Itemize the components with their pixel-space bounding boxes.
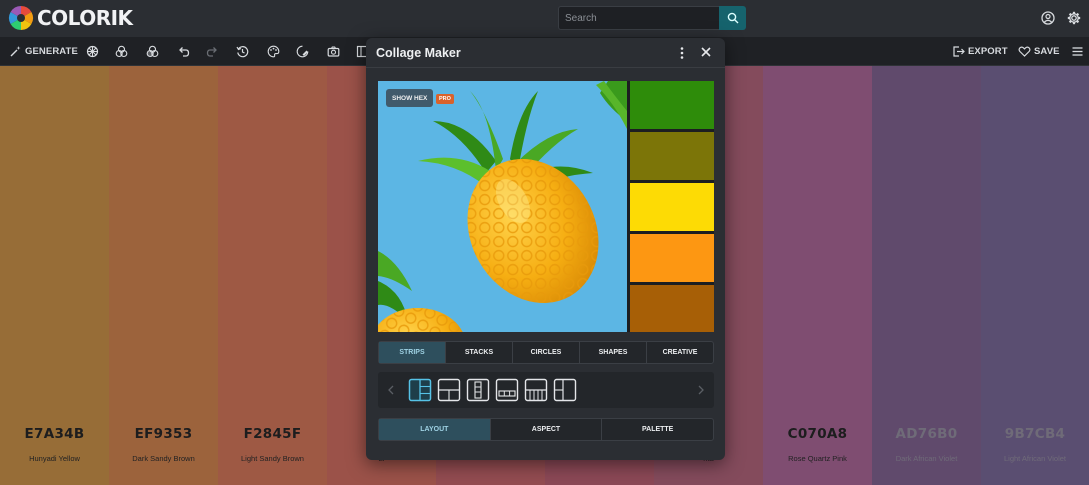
color-strip [630,285,714,332]
tab-strips[interactable]: STRIPS [379,342,446,363]
palette-icon[interactable] [267,45,280,58]
tab-stacks[interactable]: STACKS [446,342,513,363]
swatch-color-name: Rose Quartz Pink [788,454,847,463]
layout-strip-band-icon[interactable] [495,378,519,402]
swatch-hex[interactable]: F2845F [218,426,327,442]
top-header: COLORIK [0,0,1089,37]
export-button[interactable]: EXPORT [952,44,1008,59]
palette-swatch[interactable]: EF9353 Dark Sandy Brown [109,66,218,485]
color-wheel-icon [8,5,34,31]
save-label: SAVE [1034,46,1060,57]
generate-label: GENERATE [25,46,78,57]
color-blend-icon[interactable] [115,45,128,58]
swatch-color-name: Light Sandy Brown [241,454,304,463]
chevron-left-icon[interactable] [386,384,396,396]
palette-swatch[interactable]: E7A34B Hunyadi Yellow [0,66,109,485]
swatch-hex[interactable]: AD76B0 [872,426,981,442]
tab-layout[interactable]: LAYOUT [379,419,491,440]
app-name: COLORIK [37,6,133,30]
pro-badge: PRO [436,94,454,104]
color-strip [630,183,714,231]
palette-swatch[interactable]: F2845F Light Sandy Brown [218,66,327,485]
layout-strip-right-icon[interactable] [408,378,432,402]
more-options-icon[interactable] [677,46,687,60]
export-icon [953,46,965,57]
history-icon[interactable] [236,45,249,58]
camera-icon[interactable] [327,45,340,58]
save-button[interactable]: SAVE [1018,44,1060,59]
color-strip [630,81,714,129]
swatch-color-name: Dark Sandy Brown [132,454,195,463]
logo[interactable]: COLORIK [8,5,133,31]
layout-strip-left-icon[interactable] [553,378,577,402]
tab-creative[interactable]: CREATIVE [647,342,713,363]
tab-palette[interactable]: PALETTE [602,419,713,440]
swatch-hex[interactable]: C070A8 [763,426,872,442]
search-icon [727,12,738,24]
swatch-color-name: Dark African Violet [895,454,958,463]
color-wheel-tool-icon[interactable] [86,45,99,58]
search-input[interactable] [558,6,719,30]
search-bar [558,6,746,30]
collage-maker-dialog: Collage Maker SHOW HEX PRO STRIPS STACKS… [366,38,725,460]
color-harmony-icon[interactable] [146,45,159,58]
redo-icon[interactable] [206,45,219,58]
palette-swatch[interactable]: AD76B0 Dark African Violet [872,66,981,485]
generate-button[interactable]: GENERATE [9,44,78,59]
settings-gear-icon[interactable] [1067,11,1081,25]
image-palette-icon[interactable] [296,45,309,58]
magic-wand-icon [10,46,21,57]
tab-circles[interactable]: CIRCLES [513,342,580,363]
user-account-icon[interactable] [1041,11,1055,25]
color-strip [630,234,714,282]
pineapple-image [378,81,627,332]
swatch-hex[interactable]: EF9353 [109,426,218,442]
swatch-color-name: Hunyadi Yellow [29,454,80,463]
palette-swatch[interactable]: 9B7CB4 Light African Violet [981,66,1089,485]
layout-strip-center-icon[interactable] [466,378,490,402]
search-button[interactable] [719,6,746,30]
show-hex-button[interactable]: SHOW HEX [386,89,434,107]
hamburger-menu-icon[interactable] [1071,45,1084,58]
pineapple-photo: SHOW HEX PRO [378,81,627,332]
bottom-tabs: LAYOUT ASPECT PALETTE [378,418,714,441]
undo-icon[interactable] [177,45,190,58]
swatch-hex[interactable]: E7A34B [0,426,109,442]
tab-shapes[interactable]: SHAPES [580,342,647,363]
show-hex-label: SHOW HEX [392,94,428,102]
export-label: EXPORT [968,46,1008,57]
collage-preview: SHOW HEX PRO [378,81,714,332]
style-tabs: STRIPS STACKS CIRCLES SHAPES CREATIVE [378,341,714,364]
palette-swatch[interactable]: C070A8 Rose Quartz Pink [763,66,872,485]
dialog-title: Collage Maker [376,46,461,60]
layout-options [378,372,714,408]
swatch-color-name: Light African Violet [1004,454,1066,463]
tab-aspect[interactable]: ASPECT [491,419,603,440]
swatch-hex[interactable]: 9B7CB4 [981,426,1089,442]
heart-icon [1018,46,1031,57]
color-strips [630,81,714,332]
dialog-header: Collage Maker [366,38,725,68]
close-icon[interactable] [700,46,712,58]
color-strip [630,132,714,180]
chevron-right-icon[interactable] [696,384,706,396]
layout-strip-columns-icon[interactable] [524,378,548,402]
layout-strip-bottom-icon[interactable] [437,378,461,402]
